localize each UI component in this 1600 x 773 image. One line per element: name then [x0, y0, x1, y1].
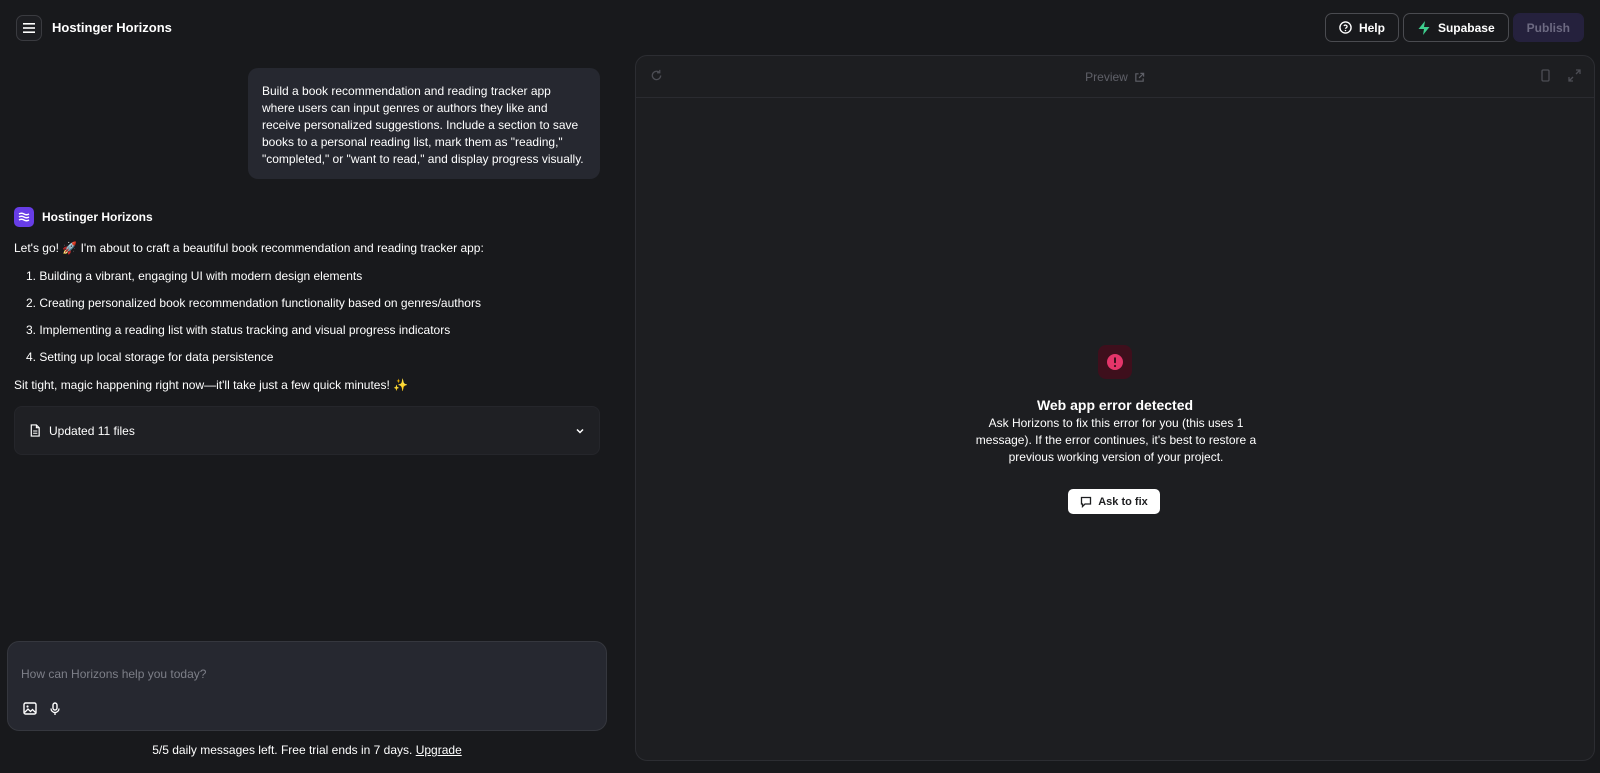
- publish-button[interactable]: Publish: [1512, 13, 1584, 42]
- top-bar: Hostinger Horizons Help Supabase Publish: [0, 0, 1600, 55]
- assistant-name: Hostinger Horizons: [42, 210, 153, 224]
- help-label: Help: [1358, 20, 1385, 35]
- help-circle-icon: [1339, 21, 1352, 34]
- hamburger-icon: [23, 23, 35, 33]
- preview-panel: Preview Web app error detected Ask Horiz…: [635, 55, 1595, 761]
- mobile-device-icon[interactable]: [1541, 69, 1550, 82]
- supabase-label: Supabase: [1437, 20, 1495, 35]
- preview-label: Preview: [1085, 70, 1128, 84]
- files-label: Updated 11 files: [49, 423, 135, 438]
- usage-note: 5/5 daily messages left. Free trial ends…: [0, 743, 614, 757]
- image-upload-icon[interactable]: [23, 702, 37, 715]
- composer-tools: [23, 702, 61, 716]
- error-badge: [1098, 345, 1132, 379]
- preview-toolbar: Preview: [636, 56, 1594, 98]
- assistant-outro: Sit tight, magic happening right now—it'…: [14, 378, 409, 392]
- top-actions: Help Supabase Publish: [1324, 13, 1584, 42]
- step-item: 2. Creating personalized book recommenda…: [26, 296, 481, 310]
- assistant-header: Hostinger Horizons: [14, 207, 153, 227]
- app-title: Hostinger Horizons: [52, 20, 172, 35]
- ask-to-fix-button[interactable]: Ask to fix: [1068, 489, 1160, 514]
- message-input[interactable]: [21, 667, 591, 681]
- updated-files-accordion[interactable]: Updated 11 files: [14, 406, 600, 455]
- error-title: Web app error detected: [1036, 397, 1194, 413]
- upgrade-link[interactable]: Upgrade: [416, 743, 462, 757]
- microphone-icon[interactable]: [49, 702, 61, 716]
- error-description: Ask Horizons to fix this error for you (…: [975, 416, 1257, 464]
- usage-text: 5/5 daily messages left. Free trial ends…: [152, 743, 413, 757]
- supabase-bolt-icon: [1418, 20, 1430, 35]
- assistant-steps: 1. Building a vibrant, engaging UI with …: [26, 269, 481, 377]
- publish-label: Publish: [1526, 20, 1570, 35]
- step-item: 3. Implementing a reading list with stat…: [26, 323, 451, 337]
- chat-bubble-icon: [1081, 496, 1092, 508]
- preview-title[interactable]: Preview: [636, 70, 1594, 84]
- file-icon: [30, 424, 40, 437]
- user-message-bubble: Build a book recommendation and reading …: [248, 68, 600, 179]
- horizons-logo-icon: [14, 207, 34, 227]
- assistant-intro: Let's go! 🚀 I'm about to craft a beautif…: [14, 241, 484, 255]
- menu-button[interactable]: [16, 15, 42, 41]
- step-item: 1. Building a vibrant, engaging UI with …: [26, 269, 363, 283]
- step-item: 4. Setting up local storage for data per…: [26, 350, 274, 364]
- fullscreen-icon[interactable]: [1568, 69, 1581, 82]
- chevron-down-icon[interactable]: [575, 426, 585, 436]
- alert-circle-icon: [1107, 354, 1123, 370]
- supabase-button[interactable]: Supabase: [1402, 13, 1509, 42]
- message-composer: [7, 641, 607, 731]
- help-button[interactable]: Help: [1324, 13, 1399, 42]
- external-link-icon: [1135, 72, 1145, 82]
- ask-to-fix-label: Ask to fix: [1098, 495, 1148, 508]
